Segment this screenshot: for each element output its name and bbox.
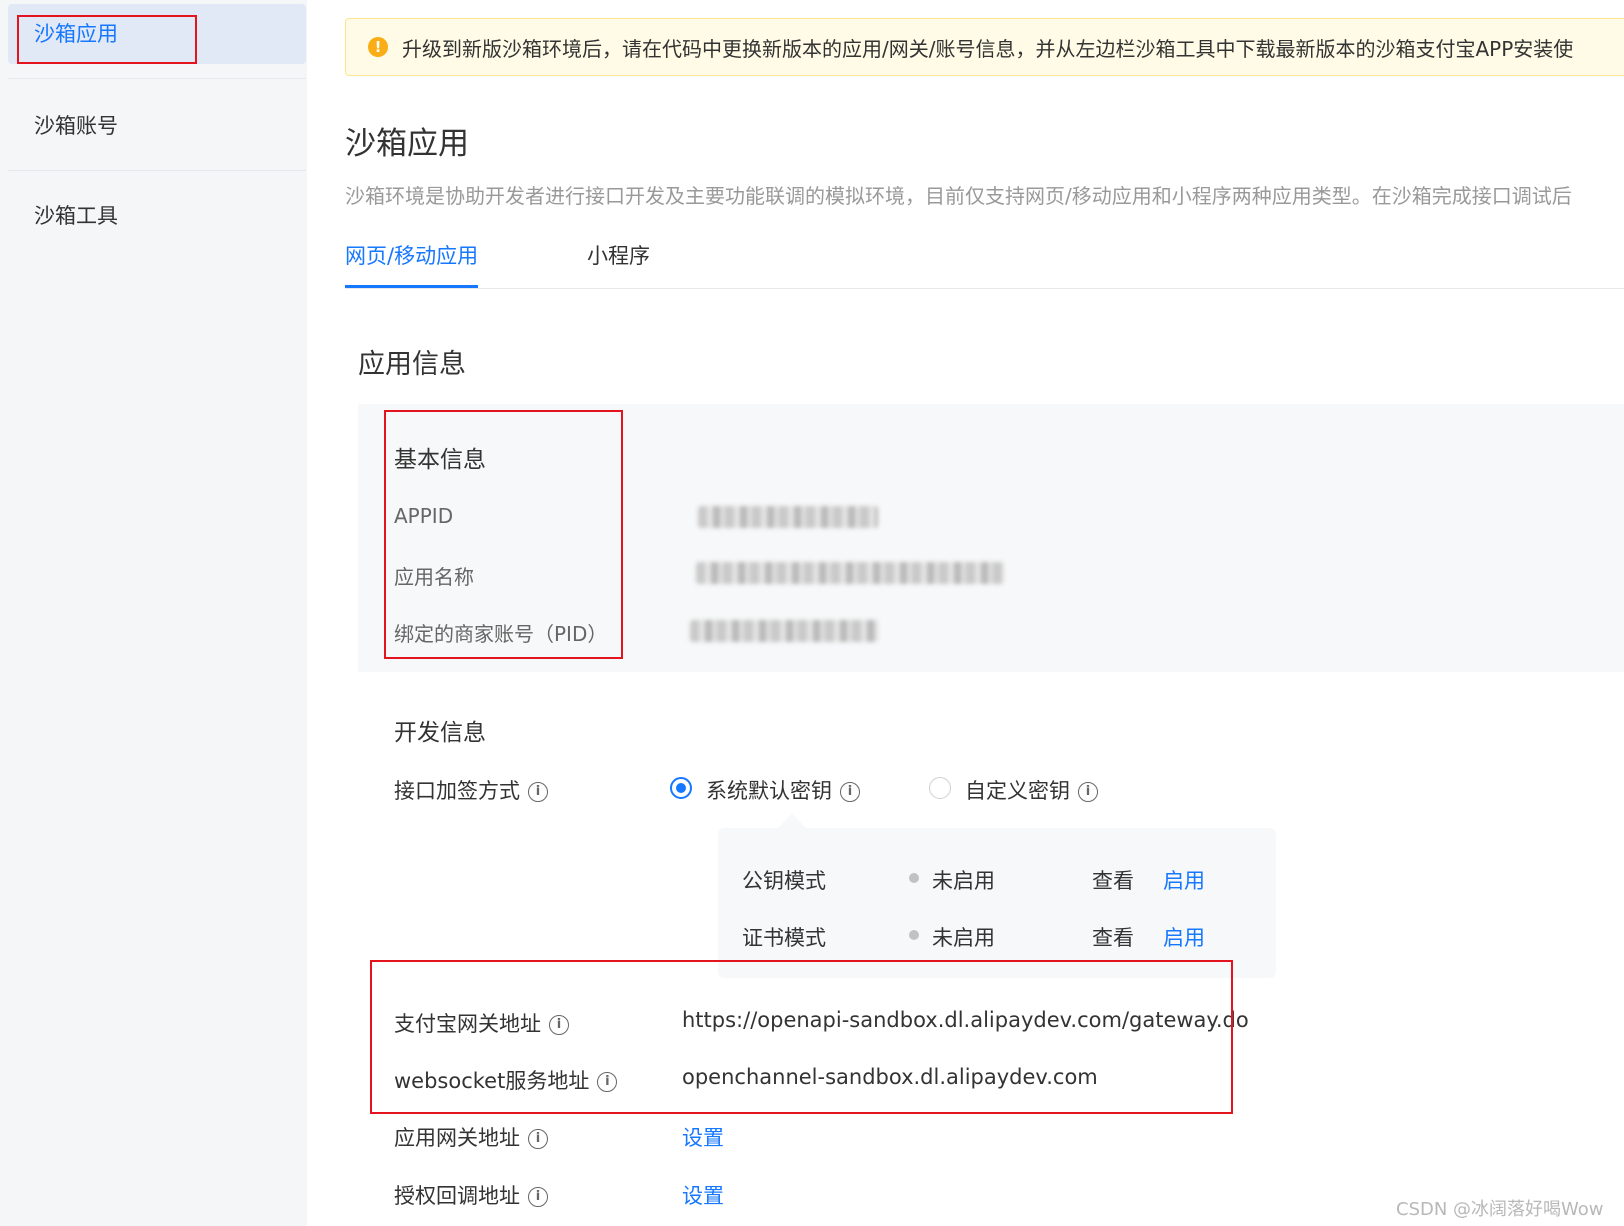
sidebar-divider: [8, 78, 306, 79]
key-mode-panel: [718, 828, 1276, 978]
watermark: CSDN @冰阔落好喝Wow: [1396, 1199, 1604, 1220]
auth-callback-set-link[interactable]: 设置: [682, 1180, 724, 1210]
basic-info-title: 基本信息: [394, 447, 486, 473]
auth-callback-label: 授权回调地址 i: [394, 1180, 548, 1210]
app-gateway-set-link[interactable]: 设置: [682, 1122, 724, 1152]
page-title: 沙箱应用: [345, 126, 469, 162]
info-icon[interactable]: i: [597, 1072, 618, 1092]
public-key-mode-label: 公钥模式: [742, 869, 826, 893]
sidebar-item-sandbox-tools[interactable]: 沙箱工具: [8, 186, 306, 246]
radio-custom-key[interactable]: [929, 777, 951, 799]
alipay-gateway-label: 支付宝网关地址 i: [394, 1008, 569, 1038]
sidebar-item-sandbox-account[interactable]: 沙箱账号: [8, 96, 306, 156]
mode-panel-arrow: [778, 814, 806, 828]
alipay-gateway-value: https://openapi-sandbox.dl.alipaydev.com…: [682, 1008, 1249, 1032]
radio-system-key[interactable]: [670, 777, 692, 799]
tab-active-indicator: [345, 285, 478, 288]
info-icon[interactable]: i: [840, 782, 860, 802]
certificate-mode-label: 证书模式: [742, 926, 826, 950]
pid-value-blurred: [690, 620, 878, 642]
tab-mini-program[interactable]: 小程序: [587, 240, 650, 270]
app-name-label: 应用名称: [394, 565, 474, 589]
sidebar-item-label: 沙箱账号: [34, 114, 118, 138]
app-gateway-label: 应用网关地址 i: [394, 1122, 548, 1152]
app-info-title: 应用信息: [358, 349, 466, 380]
sidebar-item-label: 沙箱工具: [34, 204, 118, 228]
appid-label: APPID: [394, 504, 454, 528]
sidebar: 沙箱应用 沙箱账号 沙箱工具: [0, 0, 307, 1226]
certificate-mode-status: 未启用: [932, 926, 995, 950]
notice-text: 升级到新版沙箱环境后，请在代码中更换新版本的应用/网关/账号信息，并从左边栏沙箱…: [402, 37, 1574, 61]
info-icon[interactable]: i: [528, 1187, 548, 1207]
public-key-view-link[interactable]: 查看: [1092, 865, 1134, 895]
pid-label: 绑定的商家账号（PID）: [394, 622, 608, 646]
status-dot: [909, 873, 919, 883]
status-dot: [909, 930, 919, 940]
public-key-mode-status: 未启用: [932, 869, 995, 893]
notice-banner: ! 升级到新版沙箱环境后，请在代码中更换新版本的应用/网关/账号信息，并从左边栏…: [345, 18, 1624, 76]
app-name-value-blurred: [696, 562, 1004, 584]
tab-web-mobile-app[interactable]: 网页/移动应用: [345, 240, 478, 270]
warning-icon: !: [368, 37, 388, 57]
info-icon[interactable]: i: [549, 1015, 569, 1035]
sign-method-label: 接口加签方式 i: [394, 775, 548, 805]
sidebar-item-label: 沙箱应用: [34, 22, 118, 46]
tabs-divider: [345, 288, 1624, 289]
page-description: 沙箱环境是协助开发者进行接口开发及主要功能联调的模拟环境，目前仅支持网页/移动应…: [345, 184, 1572, 208]
certificate-view-link[interactable]: 查看: [1092, 922, 1134, 952]
info-icon[interactable]: i: [528, 1129, 548, 1149]
certificate-enable-link[interactable]: 启用: [1163, 922, 1205, 952]
websocket-label: websocket服务地址 i: [394, 1065, 618, 1095]
info-icon[interactable]: i: [1078, 782, 1098, 802]
public-key-enable-link[interactable]: 启用: [1163, 865, 1205, 895]
sidebar-item-sandbox-app[interactable]: 沙箱应用: [8, 4, 306, 64]
radio-custom-key-label: 自定义密钥 i: [965, 775, 1098, 805]
dev-info-title: 开发信息: [394, 720, 486, 746]
sidebar-divider: [8, 170, 306, 171]
radio-system-key-label: 系统默认密钥 i: [706, 775, 860, 805]
websocket-value: openchannel-sandbox.dl.alipaydev.com: [682, 1065, 1098, 1089]
appid-value-blurred: [698, 506, 878, 528]
info-icon[interactable]: i: [528, 782, 548, 802]
